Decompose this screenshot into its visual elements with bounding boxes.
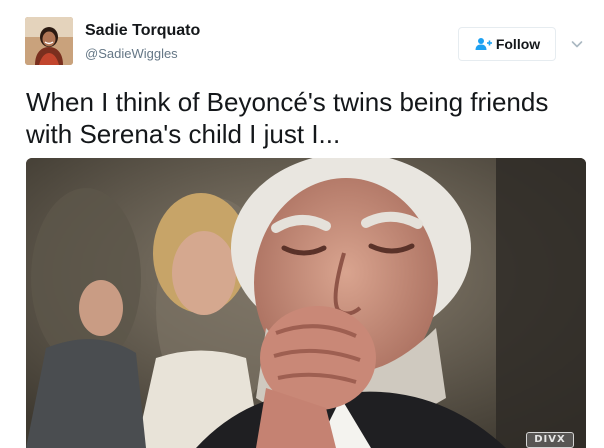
tweet-text-line: When I think of Beyoncé's twins being fr… [26, 87, 549, 117]
chevron-down-icon[interactable] [570, 37, 584, 51]
user-handle[interactable]: @SadieWiggles [85, 46, 178, 61]
divx-watermark: DIVX [526, 432, 574, 448]
crying-man-image [26, 158, 586, 448]
tweet-text-line: with Serena's child I just I... [26, 119, 341, 149]
avatar[interactable] [25, 17, 73, 65]
display-name[interactable]: Sadie Torquato [85, 22, 200, 40]
tweet-card: Sadie Torquato @SadieWiggles Follow When… [0, 0, 604, 448]
tweet-media-gif[interactable]: DIVX [26, 158, 586, 448]
tweet-text: When I think of Beyoncé's twins being fr… [26, 86, 586, 150]
add-user-icon [474, 37, 492, 51]
follow-button[interactable]: Follow [458, 27, 556, 61]
follow-label: Follow [495, 36, 541, 52]
